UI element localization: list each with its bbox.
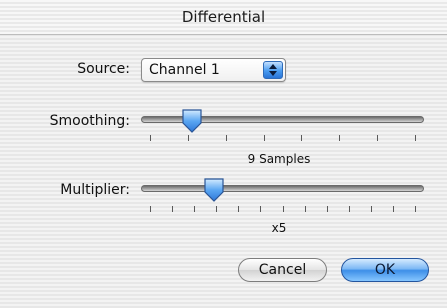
title-bar: Differential [0,0,447,35]
multiplier-tick [194,206,195,212]
multiplier-tick [238,206,239,212]
multiplier-slider-thumb[interactable] [203,177,225,203]
source-select[interactable]: Channel 1 [141,58,286,82]
multiplier-slider-track[interactable] [141,185,424,192]
smoothing-tick [188,135,189,141]
chevron-up-down-icon [263,61,283,79]
source-select-value: Channel 1 [149,62,220,78]
smoothing-tick [339,135,340,141]
smoothing-tick [150,135,151,141]
multiplier-tick [150,206,151,212]
smoothing-tick [264,135,265,141]
smoothing-tick [415,135,416,141]
smoothing-value: 9 Samples [247,152,311,166]
smoothing-slider-thumb[interactable] [181,108,203,134]
multiplier-tick [415,206,416,212]
multiplier-tick [349,206,350,212]
multiplier-value: x5 [271,221,287,235]
multiplier-tick [305,206,306,212]
multiplier-tick [260,206,261,212]
multiplier-tick [283,206,284,212]
cancel-button[interactable]: Cancel [238,258,327,282]
smoothing-label: Smoothing: [49,113,130,129]
multiplier-label: Multiplier: [60,182,130,198]
window-title: Differential [181,8,266,26]
source-label: Source: [77,61,130,77]
multiplier-tick [393,206,394,212]
smoothing-tick [377,135,378,141]
multiplier-tick [327,206,328,212]
smoothing-tick [301,135,302,141]
smoothing-tick [226,135,227,141]
multiplier-tick [371,206,372,212]
ok-button[interactable]: OK [341,258,429,282]
multiplier-tick [216,206,217,212]
multiplier-tick [172,206,173,212]
